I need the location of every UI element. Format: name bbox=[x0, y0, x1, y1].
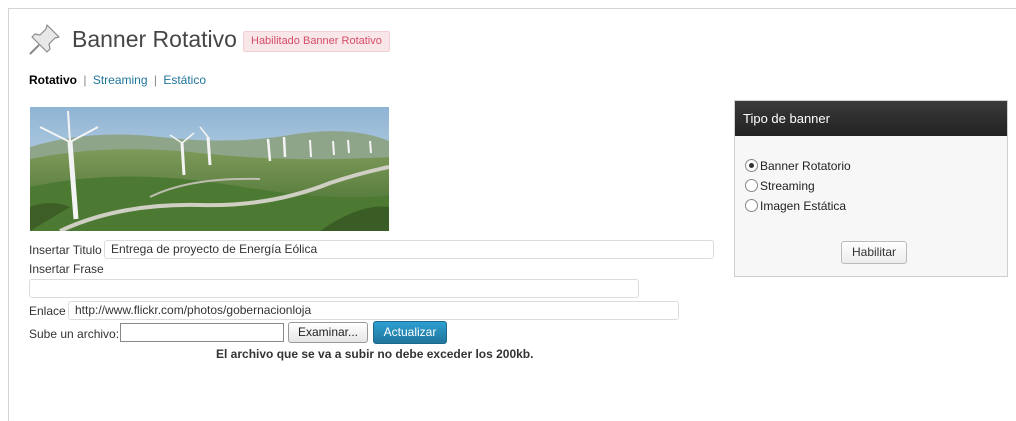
subnav-item-rotativo[interactable]: Rotativo bbox=[29, 73, 77, 87]
radio-option-streaming[interactable]: Streaming bbox=[745, 178, 815, 194]
radio-label: Banner Rotatorio bbox=[760, 159, 851, 173]
radio-label: Streaming bbox=[760, 179, 815, 193]
archivo-label: Sube un archivo: bbox=[29, 327, 120, 341]
radio-unchecked-icon[interactable] bbox=[745, 179, 758, 192]
banner-type-panel: Tipo de banner Banner Rotatorio Streamin… bbox=[734, 100, 1008, 277]
pushpin-icon bbox=[29, 24, 60, 55]
subnav-separator: | bbox=[83, 73, 87, 87]
file-size-note: El archivo que se va a subir no debe exc… bbox=[216, 347, 534, 361]
titulo-field[interactable]: Entrega de proyecto de Energía Eólica bbox=[104, 240, 714, 259]
subnav-item-estatico[interactable]: Estático bbox=[163, 73, 206, 87]
file-path-field[interactable] bbox=[120, 323, 284, 342]
panel-title: Tipo de banner bbox=[735, 101, 1007, 136]
frase-label: Insertar Frase bbox=[29, 262, 104, 276]
frame-left-border bbox=[8, 8, 9, 421]
radio-label: Imagen Estática bbox=[760, 199, 847, 213]
radio-unchecked-icon[interactable] bbox=[745, 199, 758, 212]
enlace-field[interactable]: http://www.flickr.com/photos/gobernacion… bbox=[68, 301, 679, 320]
radio-option-rotatorio[interactable]: Banner Rotatorio bbox=[745, 158, 851, 174]
enable-button[interactable]: Habilitar bbox=[841, 241, 907, 264]
radio-option-estatica[interactable]: Imagen Estática bbox=[745, 198, 846, 214]
titulo-label: Insertar Titulo bbox=[29, 243, 102, 257]
subnav: Rotativo | Streaming | Estático bbox=[29, 73, 206, 87]
status-badge: Habilitado Banner Rotativo bbox=[243, 31, 390, 52]
frase-field[interactable] bbox=[29, 279, 639, 298]
banner-preview-image bbox=[30, 107, 389, 231]
subnav-separator: | bbox=[153, 73, 157, 87]
update-button[interactable]: Actualizar bbox=[373, 321, 447, 344]
radio-checked-icon[interactable] bbox=[745, 159, 758, 172]
subnav-item-streaming[interactable]: Streaming bbox=[93, 73, 148, 87]
frame-top-border bbox=[8, 8, 1016, 9]
browse-button[interactable]: Examinar... bbox=[288, 322, 368, 343]
page-title: Banner Rotativo bbox=[72, 26, 237, 52]
enlace-label: Enlace bbox=[29, 304, 66, 318]
